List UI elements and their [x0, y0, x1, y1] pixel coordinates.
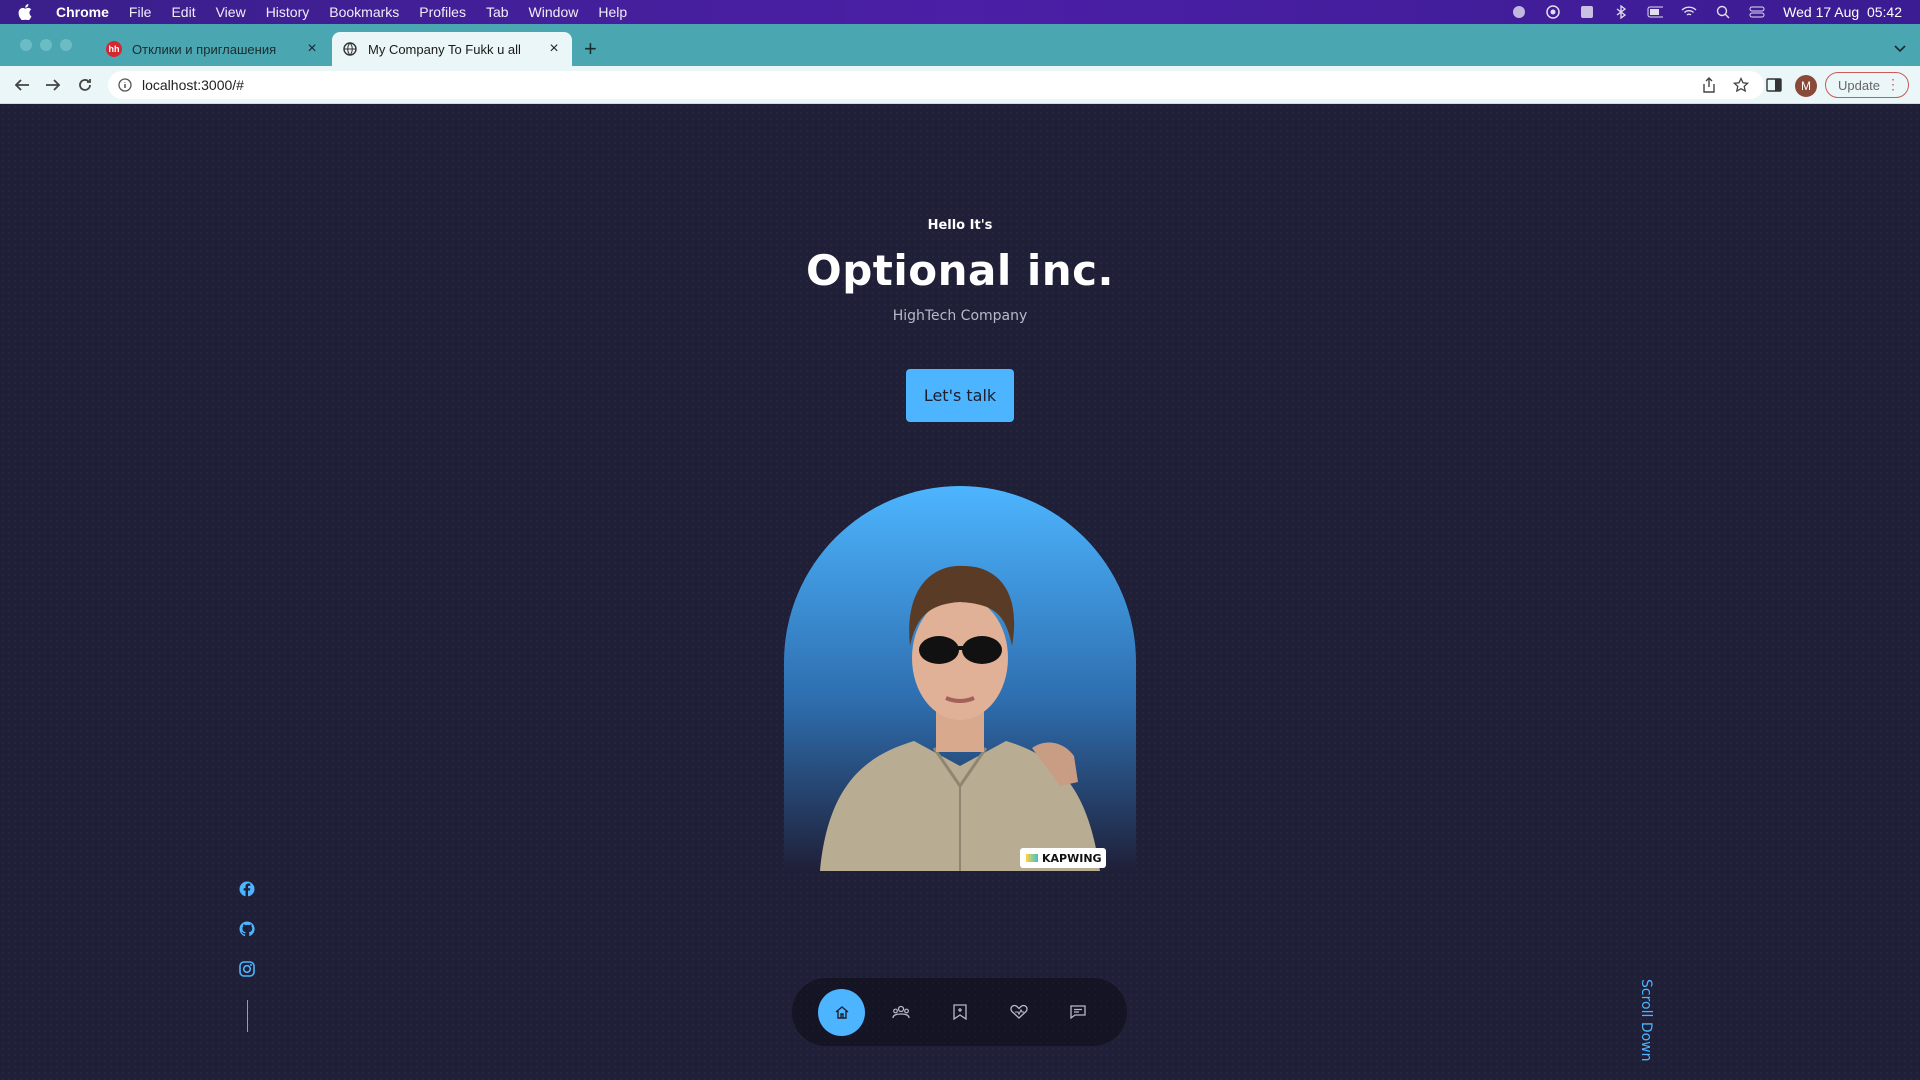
menubar-app-name[interactable]: Chrome [56, 4, 109, 20]
tab-close-icon[interactable]: × [302, 40, 322, 58]
macos-menubar: Chrome File Edit View History Bookmarks … [0, 0, 1920, 24]
nav-services-button[interactable] [995, 989, 1042, 1036]
more-menu-icon[interactable]: ⋮ [1886, 76, 1900, 93]
tab-title: My Company To Fukk u all [368, 41, 521, 57]
reload-icon[interactable] [75, 75, 95, 95]
home-icon [835, 1006, 848, 1019]
about-icon [891, 1005, 910, 1019]
site-info-icon[interactable] [118, 78, 132, 92]
watermark-text: KAPWING [1042, 851, 1102, 865]
menu-edit[interactable]: Edit [171, 4, 195, 20]
address-bar[interactable]: localhost:3000/# [108, 71, 1764, 99]
nav-experience-button[interactable] [936, 989, 983, 1036]
services-icon [1009, 1004, 1028, 1019]
tab-responses[interactable]: hh Отклики и приглашения × [96, 32, 330, 66]
control-center-icon[interactable] [1749, 5, 1765, 19]
tab-title: Отклики и приглашения [132, 41, 277, 57]
nav-contact-button[interactable] [1054, 989, 1101, 1036]
battery-icon[interactable] [1647, 5, 1664, 19]
url-text[interactable]: localhost:3000/# [142, 77, 1700, 93]
menu-history[interactable]: History [266, 4, 310, 20]
scroll-down-link[interactable]: Scroll Down [1638, 979, 1654, 1062]
social-divider-line [247, 1000, 248, 1032]
new-tab-button[interactable]: + [584, 36, 597, 62]
tab-search-chevron-icon[interactable] [1894, 38, 1906, 57]
hh-favicon-icon: hh [106, 41, 122, 57]
page-viewport: Hello It's Optional inc. HighTech Compan… [0, 104, 1920, 1080]
social-links [238, 880, 256, 978]
menubar-datetime[interactable]: Wed 17 Aug 05:42 [1783, 4, 1902, 20]
update-label: Update [1838, 77, 1880, 93]
menu-view[interactable]: View [216, 4, 246, 20]
hero-title: Optional inc. [805, 246, 1114, 295]
menu-window[interactable]: Window [529, 4, 579, 20]
window-controls [20, 39, 72, 51]
menu-profiles[interactable]: Profiles [419, 4, 466, 20]
apple-icon[interactable] [18, 4, 34, 20]
share-icon[interactable] [1700, 76, 1718, 94]
globe-favicon-icon [342, 41, 358, 57]
kapwing-watermark: KAPWING [1020, 848, 1106, 868]
hero-portrait-image: KAPWING [784, 486, 1136, 871]
nav-home-button[interactable] [818, 988, 865, 1036]
menu-bookmarks[interactable]: Bookmarks [329, 4, 399, 20]
browser-toolbar: localhost:3000/# M Update ⋮ [0, 66, 1920, 104]
person-illustration [820, 565, 1100, 871]
record-status-icon[interactable] [1545, 5, 1561, 19]
facebook-icon[interactable] [238, 880, 256, 898]
nav-about-button[interactable] [877, 989, 924, 1036]
back-arrow-icon[interactable] [12, 75, 32, 95]
kapwing-logo-icon [1026, 854, 1038, 862]
tab-my-company[interactable]: My Company To Fukk u all × [332, 32, 572, 66]
menu-tab[interactable]: Tab [486, 4, 509, 20]
menu-help[interactable]: Help [598, 4, 627, 20]
side-panel-icon[interactable] [1764, 75, 1784, 95]
forward-arrow-icon[interactable] [43, 75, 63, 95]
bookmark-star-icon[interactable] [1732, 76, 1750, 94]
menu-file[interactable]: File [129, 4, 152, 20]
close-window-button[interactable] [20, 39, 32, 51]
hero-subtitle: HighTech Company [892, 308, 1028, 324]
profile-avatar[interactable]: M [1795, 75, 1817, 97]
instagram-icon[interactable] [238, 960, 256, 978]
tab-close-icon[interactable]: × [544, 40, 564, 58]
minimize-window-button[interactable] [40, 39, 52, 51]
navigation-status-icon[interactable] [1511, 5, 1527, 19]
zoom-window-button[interactable] [60, 39, 72, 51]
bottom-nav-dock [792, 978, 1127, 1046]
github-icon[interactable] [238, 920, 256, 938]
update-button[interactable]: Update ⋮ [1825, 72, 1909, 98]
wifi-icon[interactable] [1681, 5, 1697, 19]
bluetooth-icon[interactable] [1613, 5, 1629, 19]
lets-talk-button[interactable]: Let's talk [906, 369, 1014, 422]
browser-tab-strip: hh Отклики и приглашения × My Company To… [0, 24, 1920, 66]
keyboard-input-icon[interactable] [1579, 5, 1595, 19]
experience-icon [952, 1004, 967, 1020]
spotlight-search-icon[interactable] [1715, 5, 1731, 19]
contact-icon [1069, 1005, 1086, 1020]
hero-greeting: Hello It's [927, 218, 993, 233]
